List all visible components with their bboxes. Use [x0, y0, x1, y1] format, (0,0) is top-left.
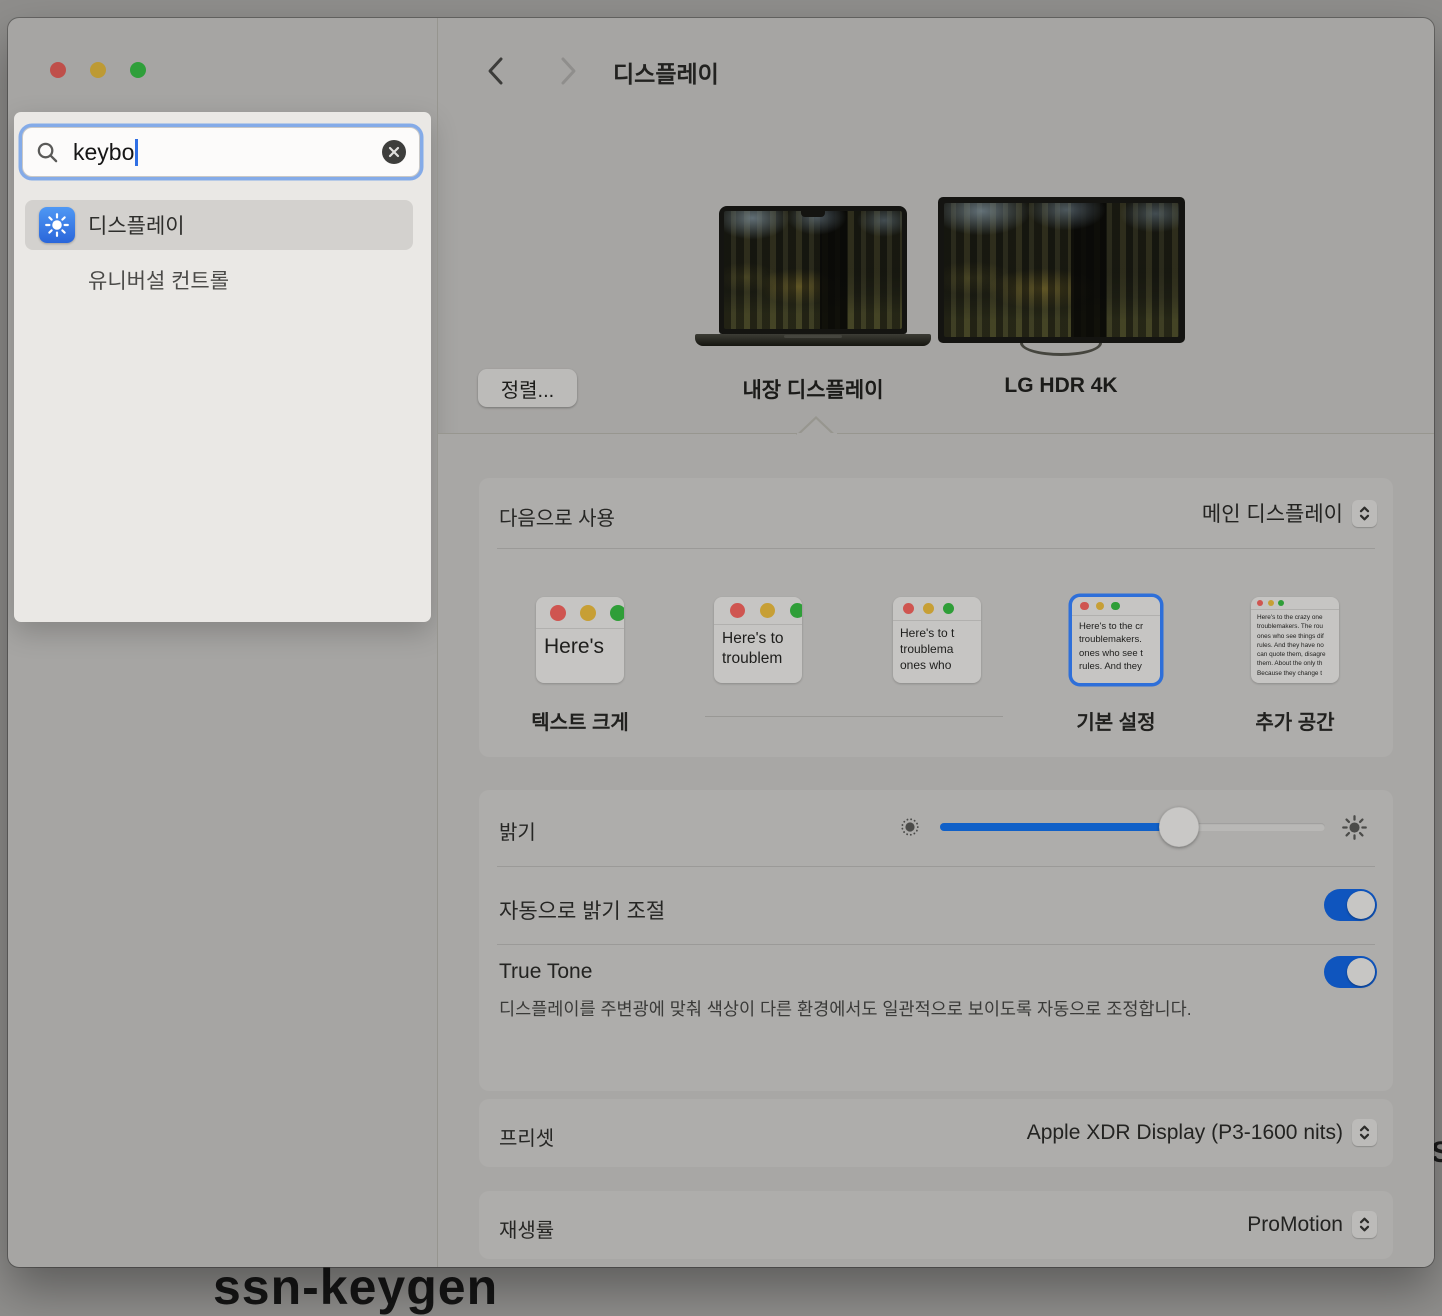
- true-tone-toggle[interactable]: [1324, 956, 1377, 988]
- brightness-slider-knob[interactable]: [1159, 807, 1199, 847]
- display-thumbnail-builtin[interactable]: [719, 206, 907, 334]
- stepper-chevrons-icon: [1352, 500, 1377, 527]
- scaling-preview-text: Here's to troublem: [714, 625, 802, 673]
- scaling-preview-text: Here's to the cr troublemakers. ones who…: [1072, 616, 1160, 677]
- brightness-slider[interactable]: [940, 823, 1325, 831]
- search-result-label: 유니버설 컨트롤: [88, 265, 229, 295]
- sidebar-search-panel: keybo 디스플레이 유니버설 컨트롤: [14, 112, 431, 622]
- scaling-option-default[interactable]: Here's to the cr troublemakers. ones who…: [1072, 597, 1160, 683]
- brightness-card: 밝기 자동으로 밝기 조절 True Tone 디스플레이를: [479, 790, 1393, 1091]
- search-result-label: 디스플레이: [88, 210, 185, 240]
- search-icon: [36, 141, 59, 164]
- scaling-option-3[interactable]: Here's to t troublema ones who: [893, 597, 981, 683]
- preset-select[interactable]: Apple XDR Display (P3-1600 nits): [1027, 1119, 1377, 1146]
- preset-label: 프리셋: [499, 1122, 554, 1151]
- refresh-rate-card: 재생률 ProMotion: [479, 1191, 1393, 1259]
- scaling-label-default: 기본 설정: [1036, 706, 1196, 735]
- brightness-label: 밝기: [499, 816, 536, 845]
- separator: [497, 866, 1375, 867]
- true-tone-description: 디스플레이를 주변광에 맞춰 색상이 다른 환경에서도 일관적으로 보이도록 자…: [499, 995, 1231, 1023]
- page-title: 디스플레이: [613, 55, 719, 89]
- minimize-button[interactable]: [90, 62, 106, 78]
- toggle-knob: [1347, 891, 1375, 919]
- toggle-knob: [1347, 958, 1375, 986]
- stepper-chevrons-icon: [1352, 1119, 1377, 1146]
- laptop-base: [695, 334, 931, 346]
- sidebar-content-divider: [437, 18, 438, 1267]
- laptop-notch: [801, 211, 825, 217]
- system-settings-window: keybo 디스플레이 유니버설 컨트롤: [8, 18, 1434, 1267]
- scaling-label-more-space: 추가 공간: [1215, 706, 1375, 735]
- brightness-bright-icon: [1341, 814, 1368, 841]
- scaling-label-larger-text: 텍스트 크게: [500, 706, 660, 735]
- auto-brightness-label: 자동으로 밝기 조절: [499, 895, 665, 925]
- refresh-rate-value: ProMotion: [1247, 1213, 1343, 1237]
- scaling-option-2[interactable]: Here's to troublem: [714, 597, 802, 683]
- scaling-option-larger-text[interactable]: Here's: [536, 597, 624, 683]
- wallpaper-forest: [724, 211, 902, 329]
- scaling-divider-line: [705, 716, 1003, 717]
- search-result-universal-control[interactable]: 유니버설 컨트롤: [25, 256, 413, 304]
- scaling-preview-text: Here's to t troublema ones who: [893, 621, 981, 678]
- search-result-displays[interactable]: 디스플레이: [25, 200, 413, 250]
- use-as-and-scaling-card: 다음으로 사용 메인 디스플레이 Here's Here's to troubl…: [479, 478, 1393, 757]
- back-button[interactable]: [485, 56, 507, 86]
- true-tone-label: True Tone: [499, 960, 592, 984]
- zoom-button[interactable]: [130, 62, 146, 78]
- preset-card: 프리셋 Apple XDR Display (P3-1600 nits): [479, 1099, 1393, 1167]
- refresh-rate-select[interactable]: ProMotion: [1247, 1211, 1377, 1238]
- use-as-select[interactable]: 메인 디스플레이: [1202, 498, 1377, 528]
- search-value: keybo: [73, 139, 134, 166]
- use-as-value: 메인 디스플레이: [1202, 498, 1343, 528]
- display-name-lg: LG HDR 4K: [951, 374, 1171, 398]
- use-as-label: 다음으로 사용: [499, 502, 615, 531]
- display-thumbnail-lg-hdr-4k[interactable]: [938, 197, 1185, 343]
- text-cursor: [135, 139, 138, 166]
- scaling-preview-text: Here's: [536, 629, 624, 664]
- display-brightness-icon: [39, 207, 75, 243]
- clear-search-button[interactable]: [382, 140, 406, 164]
- preset-value: Apple XDR Display (P3-1600 nits): [1027, 1121, 1343, 1145]
- separator: [497, 548, 1375, 549]
- stepper-chevrons-icon: [1352, 1211, 1377, 1238]
- refresh-rate-label: 재생률: [499, 1214, 554, 1243]
- close-button[interactable]: [50, 62, 66, 78]
- auto-brightness-toggle[interactable]: [1324, 889, 1377, 921]
- brightness-slider-fill: [940, 823, 1179, 831]
- wallpaper-forest: [944, 203, 1179, 337]
- separator: [497, 944, 1375, 945]
- brightness-dim-icon: [899, 816, 921, 838]
- arrange-button[interactable]: 정렬...: [478, 369, 577, 407]
- display-name-builtin: 내장 디스플레이: [703, 374, 923, 404]
- search-input[interactable]: keybo: [22, 127, 420, 177]
- scaling-option-more-space[interactable]: Here's to the crazy one troublemakers. T…: [1251, 597, 1339, 683]
- scaling-preview-text: Here's to the crazy one troublemakers. T…: [1251, 610, 1339, 681]
- forward-button[interactable]: [557, 56, 579, 86]
